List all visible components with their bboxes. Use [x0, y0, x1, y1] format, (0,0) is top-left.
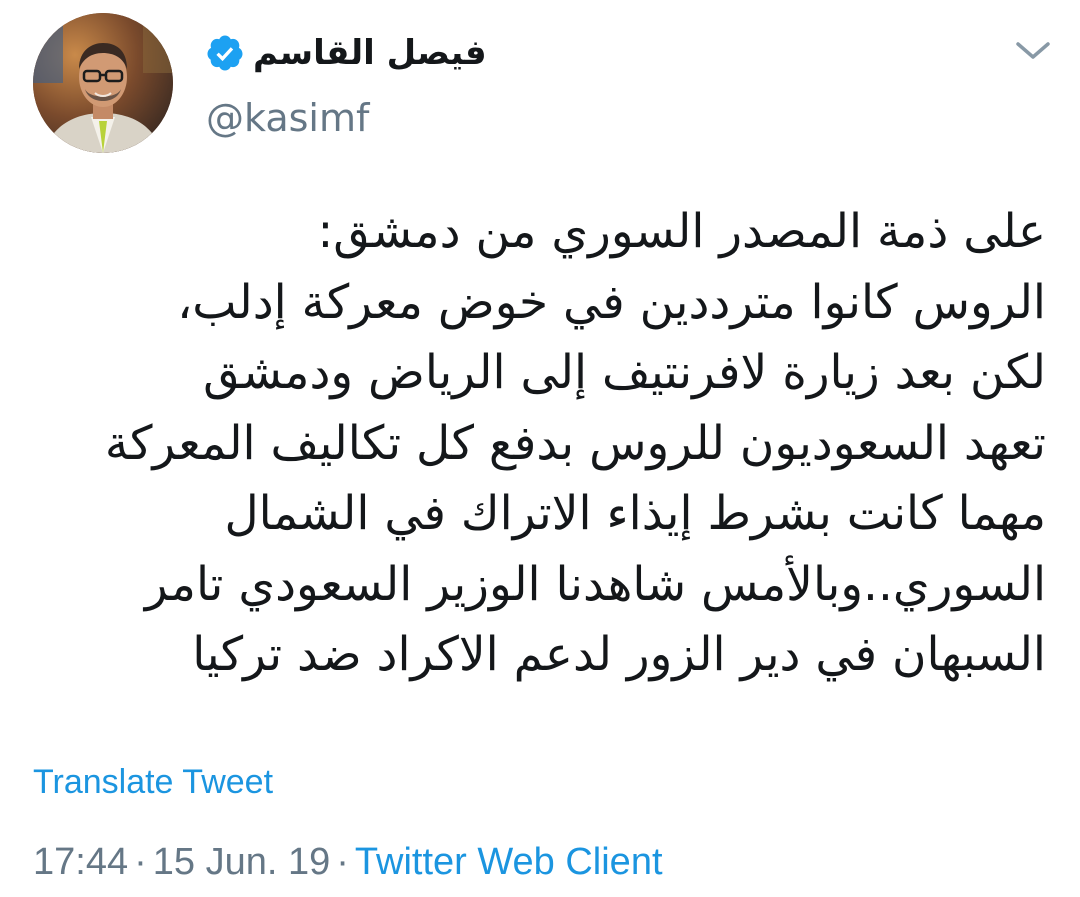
- verified-badge-icon: [207, 35, 243, 71]
- tweet-text: على ذمة المصدر السوري من دمشق: الروس كان…: [26, 197, 1046, 691]
- tweet-time[interactable]: 17:44: [33, 841, 128, 883]
- tweet-text-line: الروس كانوا مترددين في خوض معركة إدلب،: [177, 274, 1046, 330]
- tweet-text-line: مهما كانت بشرط إيذاء الاتراك في الشمال: [224, 486, 1046, 541]
- meta-separator: ·: [336, 841, 349, 883]
- tweet-text-line: لكن بعد زيارة لافرنتيف إلى الرياض ودمشق: [203, 345, 1046, 400]
- profile-photo: [33, 13, 173, 153]
- tweet-text-line: على ذمة المصدر السوري من دمشق:: [317, 204, 1046, 259]
- meta-separator: ·: [134, 841, 147, 883]
- tweet-meta: 17:44 · 15 Jun. 19 · Twitter Web Client: [33, 838, 663, 887]
- avatar[interactable]: [33, 13, 173, 153]
- tweet-text-line: السبهان في دير الزور لدعم الاكراد ضد ترك…: [192, 627, 1046, 682]
- author-display-name: فيصل القاسم: [253, 33, 487, 73]
- tweet-source-link[interactable]: Twitter Web Client: [355, 841, 663, 883]
- tweet-text-line: السوري..وبالأمس شاهدنا الوزير السعودي تا…: [144, 556, 1046, 612]
- tweet-menu-button[interactable]: [1014, 36, 1052, 66]
- tweet-text-line: تعهد السعوديون للروس بدفع كل تكاليف المع…: [104, 415, 1046, 471]
- chevron-down-icon: [1016, 42, 1050, 59]
- author-handle[interactable]: @kasimf: [206, 96, 369, 142]
- author-name-row[interactable]: فيصل القاسم: [205, 26, 487, 80]
- translate-tweet-link[interactable]: Translate Tweet: [33, 760, 273, 804]
- tweet-date[interactable]: 15 Jun. 19: [153, 841, 330, 883]
